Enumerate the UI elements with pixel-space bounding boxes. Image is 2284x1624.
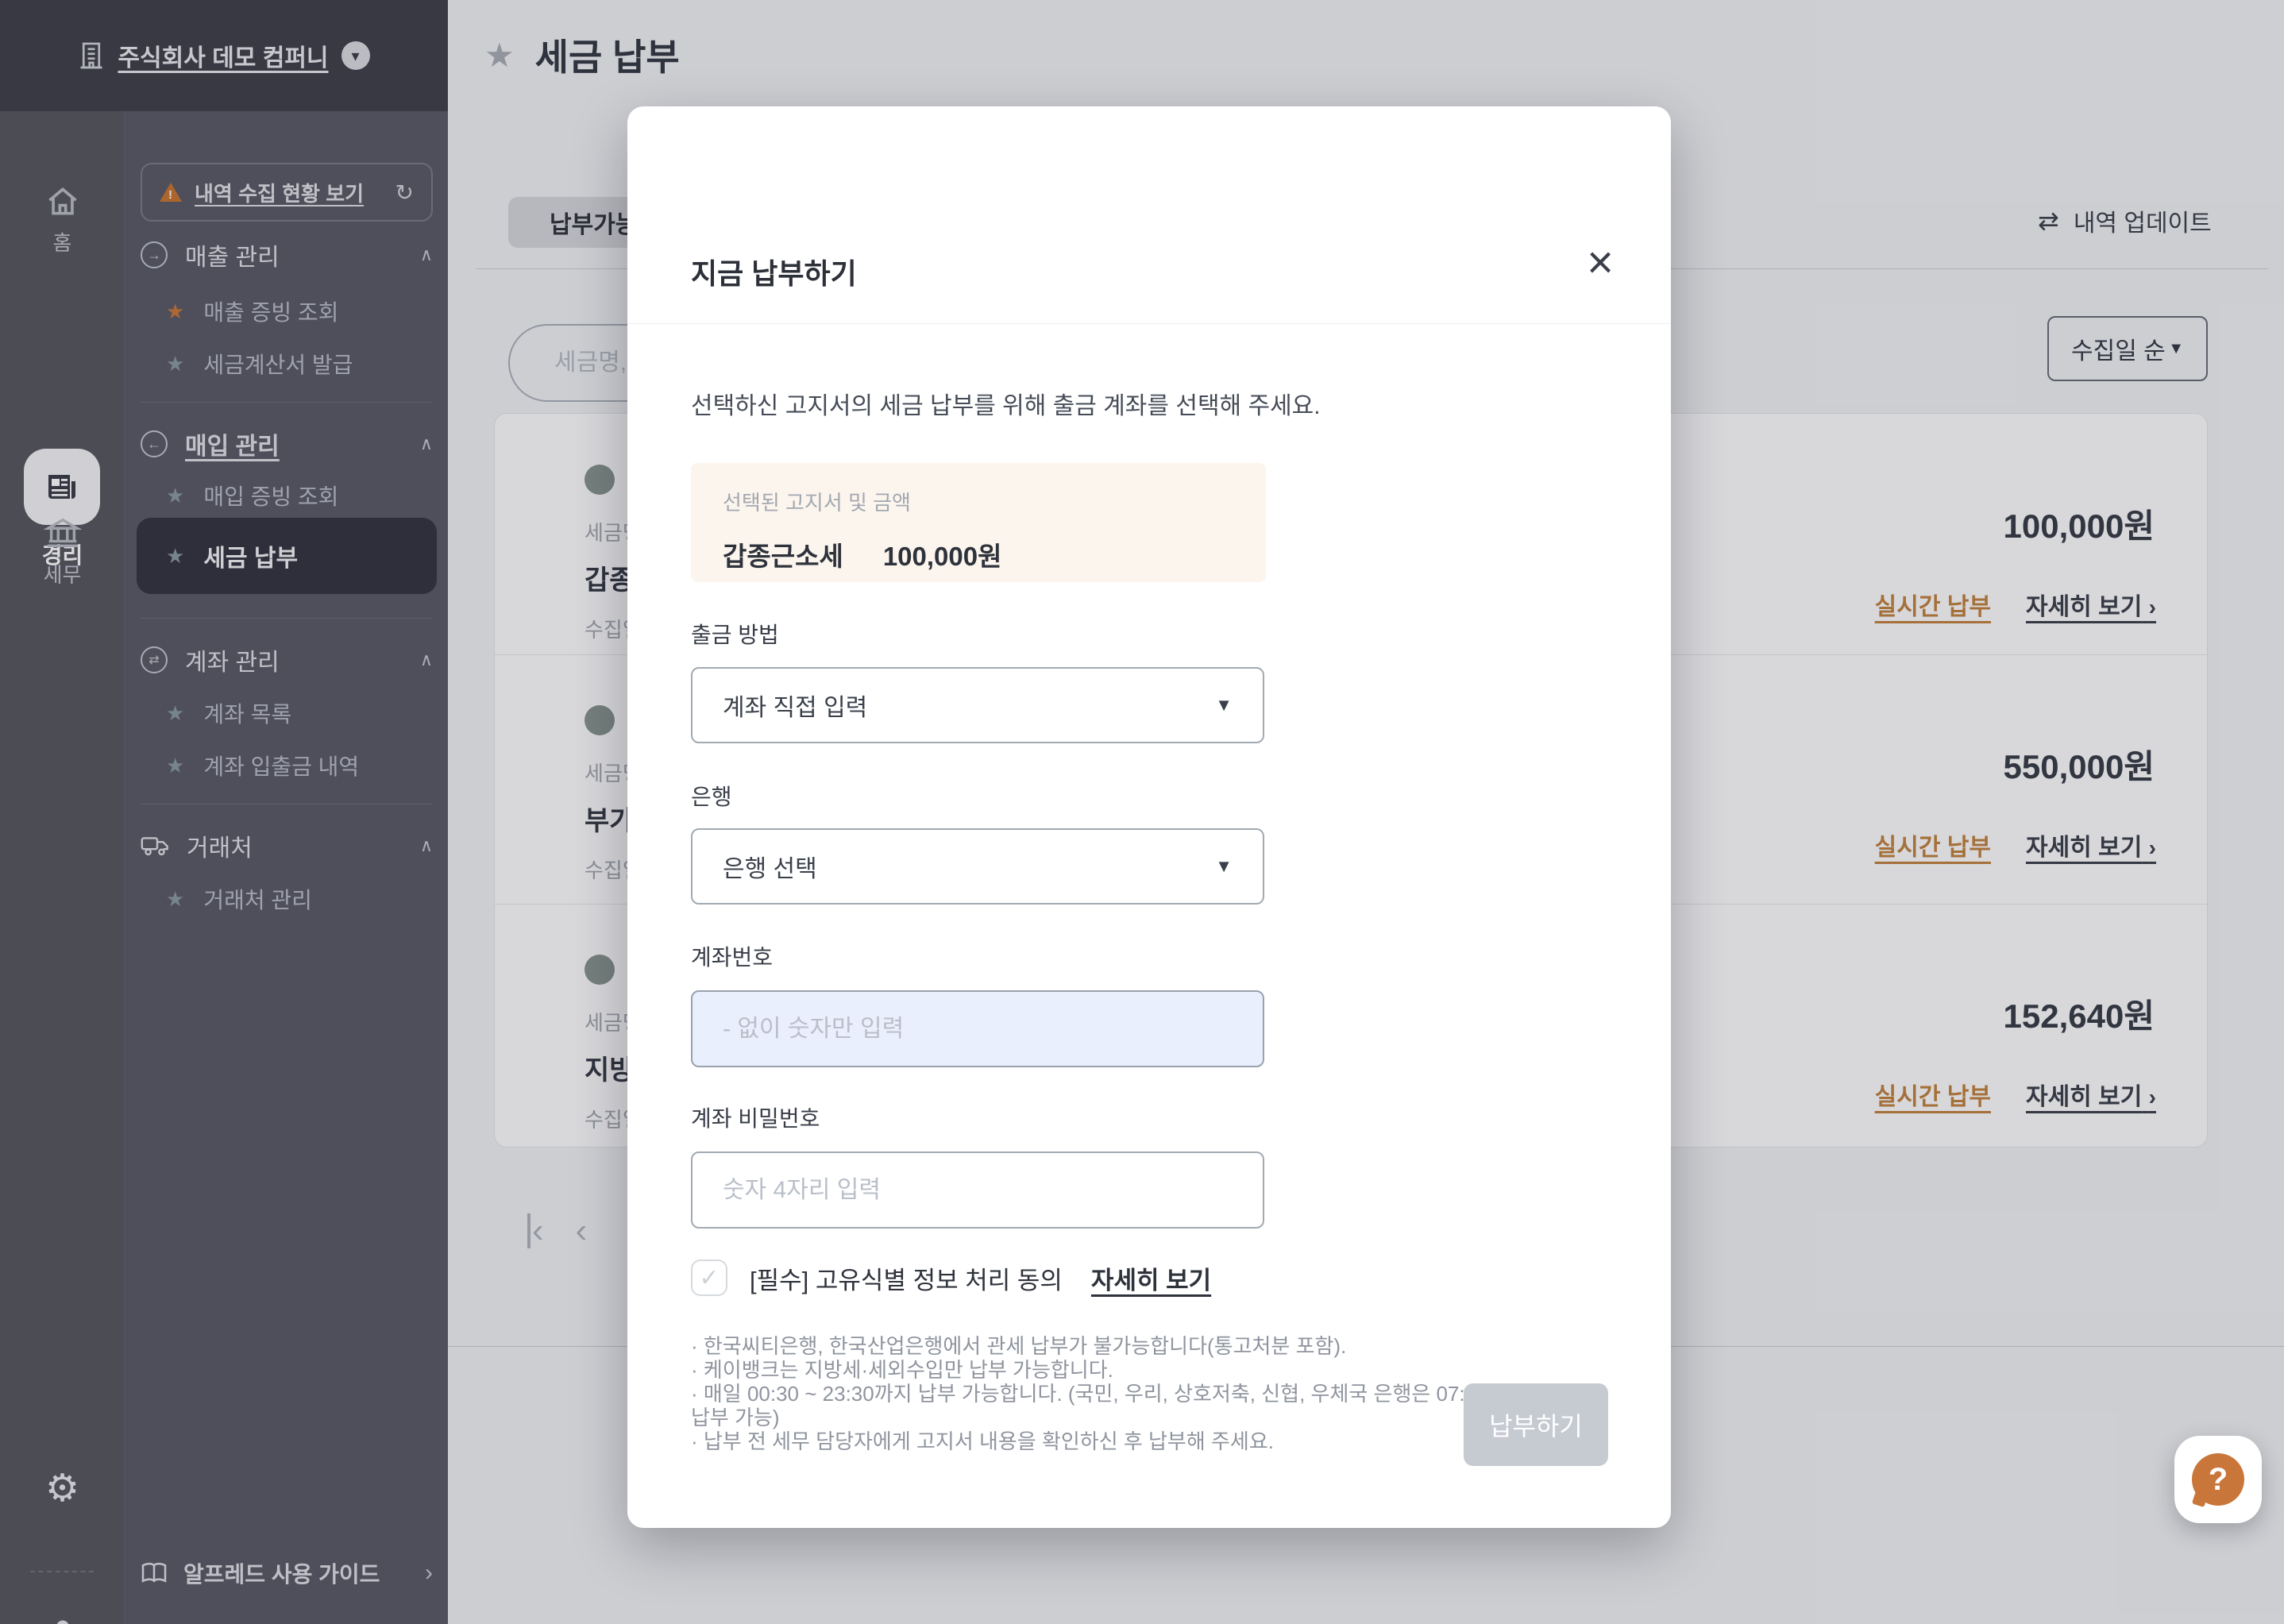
account-password-input[interactable] <box>693 1153 1263 1227</box>
consent-row: ✓ [필수] 고유식별 정보 처리 동의 자세히 보기 <box>691 1259 1211 1296</box>
note-line: 매일 00:30 ~ 23:30까지 납부 가능합니다. (국민, 우리, 상호… <box>691 1382 1549 1429</box>
close-icon[interactable]: × <box>1587 240 1614 286</box>
payment-notes: 한국씨티은행, 한국산업은행에서 관세 납부가 불가능합니다(통고처분 포함).… <box>691 1334 1549 1453</box>
account-number-input[interactable] <box>693 992 1263 1066</box>
selected-tax-amount: 100,000원 <box>883 535 1002 573</box>
note-line: 한국씨티은행, 한국산업은행에서 관세 납부가 불가능합니다(통고처분 포함). <box>691 1334 1549 1358</box>
bank-select[interactable]: 은행 선택 ▼ <box>691 828 1264 905</box>
consent-checkbox[interactable]: ✓ <box>691 1259 727 1296</box>
note-line: 납부 전 세무 담당자에게 고지서 내용을 확인하신 후 납부해 주세요. <box>691 1429 1549 1453</box>
withdraw-method-label: 출금 방법 <box>691 618 779 650</box>
consent-detail-link[interactable]: 자세히 보기 <box>1091 1260 1211 1296</box>
check-icon: ✓ <box>699 1264 719 1292</box>
note-line: 케이뱅크는 지방세·세외수입만 납부 가능합니다. <box>691 1358 1549 1382</box>
bank-label: 은행 <box>691 780 732 812</box>
triangle-down-icon: ▼ <box>1215 695 1233 716</box>
selected-tax-name: 갑종근소세 <box>723 535 843 573</box>
withdraw-method-select[interactable]: 계좌 직접 입력 ▼ <box>691 667 1264 743</box>
help-button[interactable]: ? <box>2174 1436 2262 1523</box>
selected-notice-label: 선택된 고지서 및 금액 <box>723 487 1234 516</box>
account-number-label: 계좌번호 <box>691 940 773 972</box>
modal-title: 지금 납부하기 <box>691 251 857 292</box>
account-password-label: 계좌 비밀번호 <box>691 1101 820 1133</box>
account-password-box <box>691 1151 1264 1229</box>
account-number-box <box>691 990 1264 1067</box>
pay-now-modal: 지금 납부하기 × 선택하신 고지서의 세금 납부를 위해 출금 계좌를 선택해… <box>627 106 1671 1528</box>
selected-notice-box: 선택된 고지서 및 금액 갑종근소세 100,000원 <box>691 463 1266 582</box>
modal-description: 선택하신 고지서의 세금 납부를 위해 출금 계좌를 선택해 주세요. <box>691 386 1321 421</box>
triangle-down-icon: ▼ <box>1215 856 1233 877</box>
app-screen: 주식회사 데모 컴퍼니 ▾ 홈 <box>0 0 2284 1624</box>
submit-payment-button[interactable]: 납부하기 <box>1464 1383 1608 1466</box>
question-bubble-icon: ? <box>2192 1453 2244 1506</box>
modal-header-divider <box>627 323 1671 324</box>
consent-label: [필수] 고유식별 정보 처리 동의 <box>750 1260 1063 1296</box>
